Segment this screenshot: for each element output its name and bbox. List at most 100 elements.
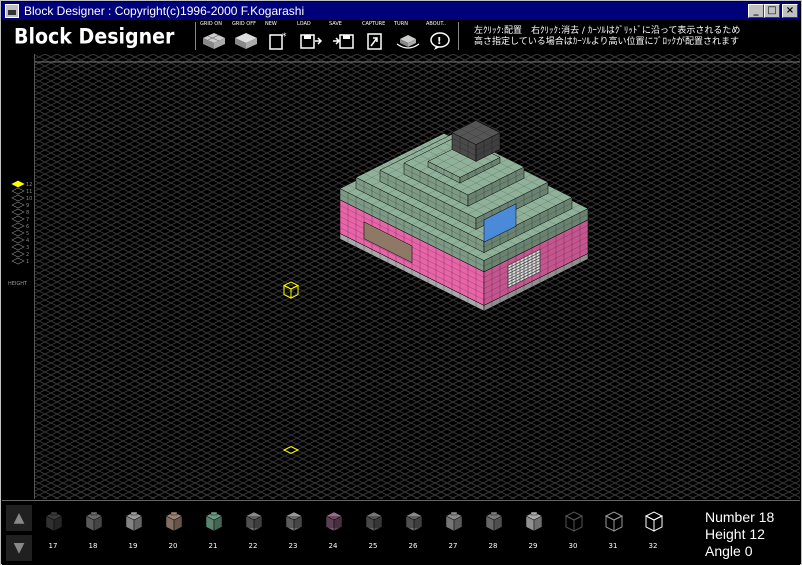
grid-off-label: GRID OFF [232,21,256,27]
capture-button[interactable]: CAPTURE [360,21,390,52]
block-icon [565,511,583,532]
height-level-1[interactable]: 1 [11,257,29,265]
capture-icon [367,33,382,50]
close-button[interactable]: × [782,4,798,18]
help-message-line-1: 左ｸﾘｯｸ:配置 右ｸﾘｯｸ:消去 / ｶｰｿﾙはｸﾞﾘｯﾄﾞに沿って表示される… [474,26,741,36]
svg-text:*: * [282,32,287,42]
palette-block-17[interactable]: 17 [37,507,69,557]
palette-block-18[interactable]: 18 [77,507,109,557]
palette-block-31[interactable]: 31 [597,507,629,557]
help-message: 左ｸﾘｯｸ:配置 右ｸﾘｯｸ:消去 / ｶｰｿﾙはｸﾞﾘｯﾄﾞに沿って表示される… [474,26,740,48]
load-button[interactable]: LOAD [295,21,325,52]
palette-block-21[interactable]: 21 [197,507,229,557]
minimize-button[interactable]: _ [748,4,764,18]
svg-text:11: 11 [26,189,32,195]
block-icon [85,511,103,532]
new-button[interactable]: NEW * [263,21,293,52]
build-canvas[interactable] [35,54,800,499]
height-level-5[interactable]: 5 [11,229,29,237]
palette-block-28[interactable]: 28 [477,507,509,557]
block-icon [605,511,623,532]
block-number: 18 [88,542,98,550]
height-level-6[interactable]: 6 [11,222,29,230]
height-level-2[interactable]: 2 [11,250,29,258]
palette-block-20[interactable]: 20 [157,507,189,557]
block-icon [365,511,383,532]
palette-block-26[interactable]: 26 [397,507,429,557]
status-number: Number 18 [705,509,775,525]
height-label: HEIGHT [8,281,28,287]
svg-text:!: ! [437,36,442,47]
block-icon [405,511,423,532]
palette-bar: ▲ ▼ 17 18 19 20 21 22 23 24 25 26 27 28 29 30 31 32 Num… [2,500,800,565]
save-icon [333,34,354,49]
palette-block-25[interactable]: 25 [357,507,389,557]
help-message-line-2: 高さ指定している場合はｶｰｿﾙより高い位置にﾌﾞﾛｯｸが配置されます [474,37,740,47]
toolbar-divider [195,22,196,50]
status-height: Height 12 [705,526,765,542]
block-number: 31 [608,542,618,550]
height-level-12[interactable]: 12 [11,180,32,188]
height-level-10[interactable]: 10 [11,194,32,202]
title-bar[interactable]: Block Designer : Copyright(c)1996-2000 F… [2,2,800,20]
load-icon [300,34,323,49]
block-number: 27 [448,542,458,550]
new-icon: * [269,32,287,50]
palette-block-30[interactable]: 30 [557,507,589,557]
block-icon [485,511,503,532]
turn-button[interactable]: TURN [392,21,422,52]
about-icon: ! [430,32,450,50]
down-arrow-icon[interactable]: ▼ [6,535,32,561]
block-icon [445,511,463,532]
app-window: Block Designer : Copyright(c)1996-2000 F… [0,0,802,565]
app-logo: Block Designer [14,24,175,50]
save-button[interactable]: SAVE [327,21,357,52]
svg-text:2: 2 [26,252,29,258]
app-icon[interactable] [5,4,19,18]
height-level-4[interactable]: 4 [11,236,29,244]
block-number: 22 [248,542,258,550]
window-title: Block Designer : Copyright(c)1996-2000 F… [24,4,305,18]
palette-block-29[interactable]: 29 [517,507,549,557]
maximize-button[interactable]: □ [764,4,780,18]
load-label: LOAD [297,21,311,27]
height-level-11[interactable]: 11 [11,187,32,195]
height-level-7[interactable]: 7 [11,215,29,223]
status-readout: Number 18 Height 12 Angle 0 [705,509,774,560]
svg-text:3: 3 [26,245,29,251]
height-panel: 12 11 10 9 8 7 6 5 4 3 2 1 HEIGHT [2,54,35,499]
block-number: 30 [568,542,578,550]
palette-block-32[interactable]: 32 [637,507,669,557]
status-angle: Angle 0 [705,543,753,559]
block-icon [205,511,223,532]
grid-on-button[interactable]: GRID ON [198,21,228,52]
block-icon [645,511,663,532]
grid-on-icon [203,33,225,49]
palette-block-23[interactable]: 23 [277,507,309,557]
height-selector[interactable]: 121110987654321 [2,54,34,499]
svg-text:7: 7 [26,217,29,223]
block-icon [125,511,143,532]
height-level-9[interactable]: 9 [11,201,29,209]
svg-text:9: 9 [26,203,29,209]
block-number: 32 [648,542,658,550]
palette-block-19[interactable]: 19 [117,507,149,557]
about-button[interactable]: ABOUT.. ! [424,21,454,52]
isometric-scene[interactable] [35,54,800,499]
palette-block-24[interactable]: 24 [317,507,349,557]
block-number: 23 [288,542,298,550]
height-level-3[interactable]: 3 [11,243,29,251]
up-arrow-icon[interactable]: ▲ [6,505,32,531]
block-icon [45,511,63,532]
palette-block-27[interactable]: 27 [437,507,469,557]
about-label: ABOUT.. [426,21,446,27]
block-number: 19 [128,542,138,550]
new-label: NEW [265,21,277,27]
grid-off-button[interactable]: GRID OFF [230,21,260,52]
height-level-8[interactable]: 8 [11,208,29,216]
block-number: 29 [528,542,538,550]
palette-block-22[interactable]: 22 [237,507,269,557]
turn-label: TURN [394,21,408,27]
save-label: SAVE [329,21,342,27]
block-number: 17 [48,542,58,550]
